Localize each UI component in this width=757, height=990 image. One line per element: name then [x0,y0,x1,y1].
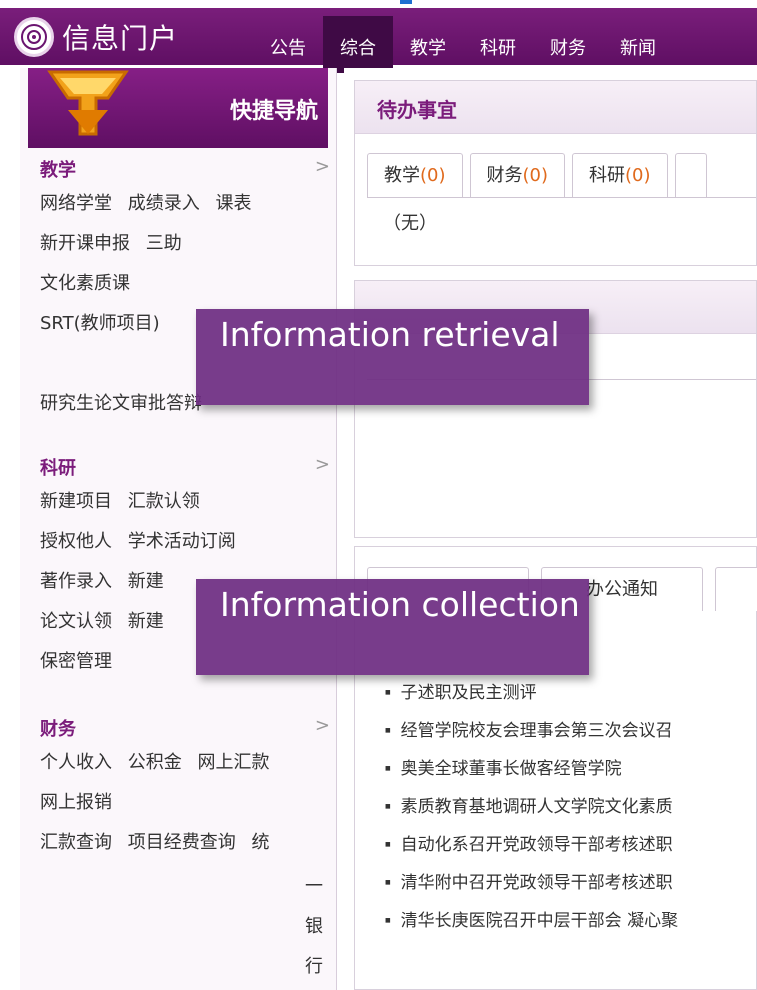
link-housing-fund[interactable]: 公积金 [128,752,182,773]
link-academic-subscribe[interactable]: 学术活动订阅 [128,531,236,552]
teaching-section-title[interactable]: 教学 [40,156,76,182]
link-new-create-1[interactable]: 新建 [128,571,164,592]
tab-count: (0) [625,165,651,186]
link-three-assistants[interactable]: 三助 [146,233,182,254]
news-item[interactable]: 经管学院校友会理事会第三次会议召 [385,712,678,750]
news-item[interactable]: 素质教育基地调研人文学院文化素质 [385,788,678,826]
link-personal-income[interactable]: 个人收入 [40,752,112,773]
link-timetable[interactable]: 课表 [215,193,251,214]
link-srt-teacher-project[interactable]: SRT(教师项目) [40,313,160,334]
link-book-entry[interactable]: 著作录入 [40,571,112,592]
nav-announcements[interactable]: 公告 [253,16,323,73]
link-thesis-defense[interactable]: 研究生论文审批答辩 [40,393,202,414]
news-item[interactable]: 清华长庚医院召开中层干部会 凝心聚 [385,902,678,940]
nav-general[interactable]: 综合 [323,16,393,73]
tab-todo-teaching[interactable]: 教学(0) [367,153,463,198]
link-network-classroom[interactable]: 网络学堂 [40,193,112,214]
link-grade-entry[interactable]: 成绩录入 [128,193,200,214]
link-new-course-apply[interactable]: 新开课申报 [40,233,130,254]
tab-label: 教学 [384,165,420,186]
todo-panel-title: 待办事宜 [377,98,457,122]
tab-todo-research[interactable]: 科研(0) [572,153,668,198]
top-accent-bar [400,0,412,4]
tab-count: (0) [420,165,446,186]
overlay-information-collection: Information collection [196,579,589,675]
wrapped-char: 银 [305,916,323,937]
main-content: 待办事宜 教学(0) 财务(0) 科研(0) （无） 办公通知 ■ 子述职及民主… [344,68,757,990]
portal-header: 信息门户 公告 综合 教学 科研 财务 新闻 [0,8,757,73]
link-authorize-others[interactable]: 授权他人 [40,531,112,552]
link-new-create-2[interactable]: 新建 [128,611,164,632]
link-online-remittance[interactable]: 网上汇款 [197,752,269,773]
todo-tabs: 教学(0) 财务(0) 科研(0) [367,153,714,198]
link-online-reimbursement[interactable]: 网上报销 [40,792,112,813]
wrapped-char: 行 [305,956,323,977]
quick-nav-header: 快捷导航 [28,68,328,148]
news-list: 子述职及民主测评 经管学院校友会理事会第三次会议召 奥美全球董事长做客经管学院 … [385,674,678,940]
nav-research[interactable]: 科研 [463,16,533,73]
chevron-right-icon[interactable]: > [315,715,330,741]
quick-nav-sidebar: 快捷导航 教学 > 网络学堂 成绩录入 课表 新开课申报 三助 文化素质课 SR… [20,68,337,990]
tab-todo-partial[interactable] [674,153,707,198]
portal-title: 信息门户 [62,21,179,55]
overlay-information-retrieval: Information retrieval [196,309,589,405]
wrapped-link-text[interactable]: 一 银 行 [304,867,324,987]
chevron-right-icon[interactable]: > [315,454,330,480]
tabs-divider [367,197,756,198]
tab-count: (0) [522,165,549,186]
link-confidential-management[interactable]: 保密管理 [40,651,112,672]
wrapped-char: 一 [305,876,323,897]
university-logo-icon [14,16,54,57]
tab-label: 财务 [486,165,523,186]
tab-news-partial[interactable] [715,567,757,611]
tab-label: 办公通知 [586,579,658,600]
news-item[interactable]: 自动化系召开党政领导干部考核述职 [385,826,678,864]
research-section-title[interactable]: 科研 [40,454,76,480]
chevron-right-icon[interactable]: > [315,156,330,182]
link-remittance-claim[interactable]: 汇款认领 [128,491,200,512]
down-arrow-icon [47,70,129,136]
brand[interactable]: 信息门户 [14,8,178,65]
finance-section: 财务 > 个人收入 公积金 网上汇款 网上报销 汇款查询 项目经费查询 统 [40,715,330,863]
tab-todo-finance[interactable]: 财务(0) [469,153,565,198]
nav-finance[interactable]: 财务 [533,16,603,73]
link-remittance-query[interactable]: 汇款查询 [40,832,112,853]
link-unified-partial[interactable]: 统 [251,832,269,853]
main-nav: 公告 综合 教学 科研 财务 新闻 [253,16,673,73]
link-new-project[interactable]: 新建项目 [40,491,112,512]
link-project-fund-query[interactable]: 项目经费查询 [128,832,236,853]
todo-empty-text: （无） [383,213,437,234]
tab-label: 科研 [589,165,625,186]
quick-nav-title: 快捷导航 [229,99,318,124]
link-paper-claim[interactable]: 论文认领 [40,611,112,632]
link-culture-course[interactable]: 文化素质课 [40,273,130,294]
todo-panel: 待办事宜 教学(0) 财务(0) 科研(0) （无） [354,80,757,266]
news-item[interactable]: 子述职及民主测评 [385,674,678,712]
nav-news[interactable]: 新闻 [603,16,673,73]
finance-section-title[interactable]: 财务 [40,715,76,741]
news-item[interactable]: 奥美全球董事长做客经管学院 [385,750,678,788]
nav-teaching[interactable]: 教学 [393,16,463,73]
news-item[interactable]: 清华附中召开党政领导干部考核述职 [385,864,678,902]
